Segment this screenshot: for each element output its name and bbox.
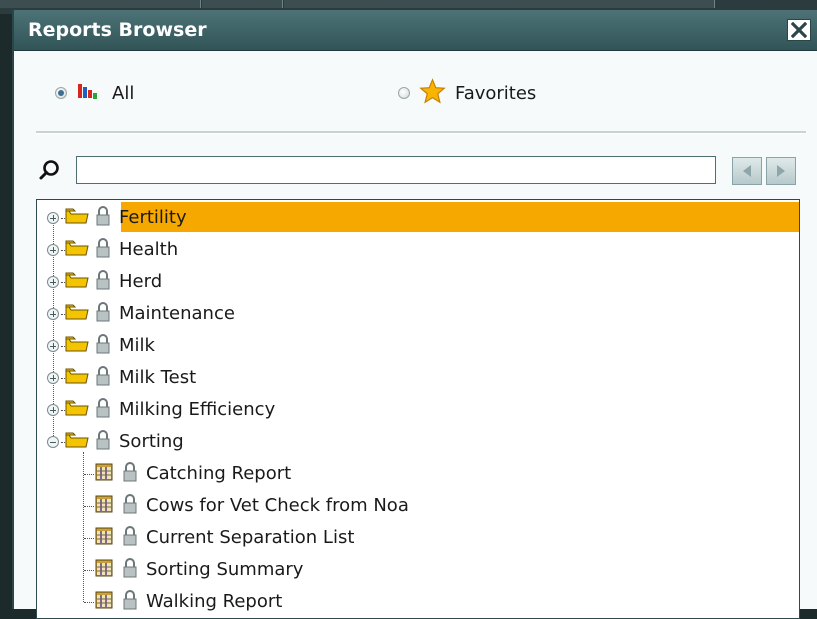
lock-icon bbox=[122, 525, 138, 552]
expand-toggle-icon[interactable] bbox=[47, 404, 59, 416]
lock-icon bbox=[122, 493, 138, 520]
expand-toggle-icon[interactable] bbox=[47, 372, 59, 384]
expand-toggle-icon[interactable] bbox=[47, 276, 59, 288]
window-title: Reports Browser bbox=[28, 19, 207, 41]
expand-toggle-icon[interactable] bbox=[47, 308, 59, 320]
lock-icon bbox=[95, 237, 111, 264]
tree-report-row[interactable]: Catching Report bbox=[84, 458, 295, 490]
browser-body: All Favorites Fertility Health Herd Mainten… bbox=[14, 51, 817, 619]
tree-folder-label: Herd bbox=[119, 271, 163, 292]
report-icon bbox=[94, 558, 114, 583]
background-tab bbox=[284, 0, 715, 8]
folder-icon bbox=[65, 334, 89, 359]
tree-report-row[interactable]: Sorting Summary bbox=[84, 554, 307, 586]
tree-connector bbox=[84, 537, 94, 539]
expand-toggle-icon[interactable] bbox=[47, 244, 59, 256]
tree-report-label: Sorting Summary bbox=[146, 559, 304, 580]
lock-icon bbox=[95, 429, 111, 456]
favorites-label: Favorites bbox=[455, 83, 537, 104]
background-tab bbox=[202, 0, 283, 8]
tree-folder-label: Health bbox=[119, 239, 179, 260]
report-icon bbox=[94, 494, 114, 519]
tree-folder-row[interactable]: Milk Test bbox=[47, 362, 200, 394]
close-icon bbox=[791, 22, 807, 38]
expand-toggle-icon[interactable] bbox=[47, 212, 59, 224]
lock-icon bbox=[122, 589, 138, 616]
tree-folder-row[interactable]: Fertility bbox=[47, 202, 191, 234]
search-icon bbox=[39, 160, 59, 180]
lock-icon bbox=[122, 557, 138, 584]
report-tree: Fertility Health Herd Maintenance Milk Milk T… bbox=[36, 199, 800, 619]
tree-folder-row[interactable]: Milk bbox=[47, 330, 159, 362]
filter-row: All Favorites bbox=[14, 73, 817, 113]
background-tab bbox=[0, 0, 201, 8]
next-button[interactable] bbox=[766, 157, 796, 185]
report-icon bbox=[94, 526, 114, 551]
report-icon bbox=[94, 590, 114, 615]
tree-folder-row[interactable]: Herd bbox=[47, 266, 166, 298]
tree-folder-label: Fertility bbox=[119, 207, 187, 228]
bar-chart-icon bbox=[78, 84, 97, 99]
folder-icon bbox=[65, 238, 89, 263]
lock-icon bbox=[95, 269, 111, 296]
tree-connector bbox=[84, 569, 94, 571]
tree-folder-row[interactable]: Sorting bbox=[47, 426, 188, 458]
lock-icon bbox=[95, 397, 111, 424]
lock-icon bbox=[95, 301, 111, 328]
report-icon bbox=[94, 462, 114, 487]
divider bbox=[36, 131, 806, 134]
close-button[interactable] bbox=[787, 19, 811, 41]
tree-folder-label: Maintenance bbox=[119, 303, 235, 324]
favorites-radio[interactable] bbox=[398, 87, 410, 99]
tree-folder-row[interactable]: Maintenance bbox=[47, 298, 239, 330]
all-radio[interactable] bbox=[55, 87, 67, 99]
lock-icon bbox=[95, 333, 111, 360]
tree-folder-row[interactable]: Milking Efficiency bbox=[47, 394, 279, 426]
tree-report-label: Catching Report bbox=[146, 463, 292, 484]
arrow-right-icon bbox=[777, 165, 785, 177]
tree-report-label: Current Separation List bbox=[146, 527, 355, 548]
tree-folder-row[interactable]: Health bbox=[47, 234, 182, 266]
all-label: All bbox=[112, 83, 135, 104]
lock-icon bbox=[95, 205, 111, 232]
tree-connector bbox=[84, 473, 94, 475]
tree-connector bbox=[84, 601, 94, 603]
tree-folder-label: Milk Test bbox=[119, 367, 197, 388]
expand-toggle-icon[interactable] bbox=[47, 340, 59, 352]
tree-folder-label: Milking Efficiency bbox=[119, 399, 276, 420]
title-bar: Reports Browser bbox=[14, 10, 817, 51]
tree-report-row[interactable]: Walking Report bbox=[84, 586, 286, 618]
selection-highlight bbox=[121, 202, 799, 232]
tree-report-row[interactable]: Current Separation List bbox=[84, 522, 358, 554]
tree-folder-label: Milk bbox=[119, 335, 155, 356]
reports-browser-window: Reports Browser All Favorites Fertility … bbox=[12, 10, 817, 619]
star-icon bbox=[419, 78, 446, 104]
previous-button[interactable] bbox=[732, 157, 762, 185]
folder-icon bbox=[65, 366, 89, 391]
lock-icon bbox=[95, 365, 111, 392]
arrow-left-icon bbox=[743, 165, 751, 177]
folder-icon bbox=[65, 302, 89, 327]
folder-icon bbox=[65, 270, 89, 295]
tree-connector bbox=[84, 505, 94, 507]
tree-folder-label: Sorting bbox=[119, 431, 184, 452]
folder-icon bbox=[65, 206, 89, 231]
tree-report-label: Walking Report bbox=[146, 591, 283, 612]
lock-icon bbox=[122, 461, 138, 488]
folder-icon bbox=[65, 430, 89, 455]
search-input[interactable] bbox=[76, 156, 716, 184]
collapse-toggle-icon[interactable] bbox=[47, 436, 59, 448]
folder-icon bbox=[65, 398, 89, 423]
tree-report-row[interactable]: Cows for Vet Check from Noa bbox=[84, 490, 413, 522]
tree-report-label: Cows for Vet Check from Noa bbox=[146, 495, 409, 516]
